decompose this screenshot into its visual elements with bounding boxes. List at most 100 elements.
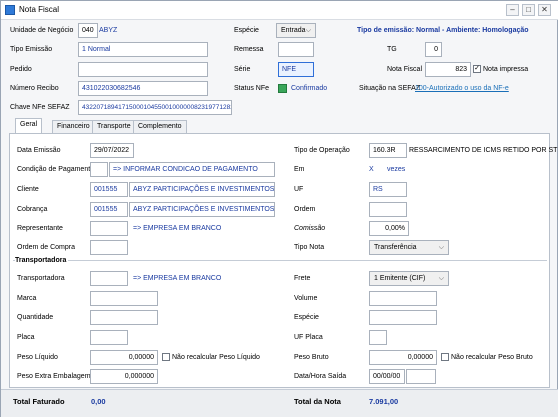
tipo-operacao-label: Tipo de Operação bbox=[294, 147, 350, 154]
tipo-emissao-input[interactable]: 1 Normal bbox=[78, 42, 208, 57]
total-faturado-label: Total Faturado bbox=[13, 397, 65, 406]
marca-label: Marca bbox=[17, 295, 37, 302]
placa-input[interactable] bbox=[90, 330, 128, 345]
status-confirmed-icon bbox=[278, 84, 287, 93]
numero-recibo-label: Número Recibo bbox=[10, 85, 59, 92]
ordem-input[interactable] bbox=[369, 202, 407, 217]
close-icon[interactable]: ✕ bbox=[538, 4, 551, 16]
chave-label: Chave NFe SEFAZ bbox=[10, 104, 70, 111]
unidade-name: ABYZ bbox=[99, 27, 118, 34]
numero-recibo-input[interactable]: 431022030682546 bbox=[78, 81, 208, 96]
uf-placa-label: UF Placa bbox=[294, 334, 323, 341]
pedido-input[interactable] bbox=[78, 62, 208, 77]
uf-placa-input[interactable] bbox=[369, 330, 387, 345]
em-label: Em bbox=[294, 166, 305, 173]
especie-transp-input[interactable] bbox=[369, 310, 437, 325]
nota-fiscal-input[interactable]: 823 bbox=[425, 62, 471, 77]
frete-select[interactable]: 1 Emitente (CIF) ⌵ bbox=[369, 271, 449, 286]
tab-geral[interactable]: Geral bbox=[15, 118, 43, 134]
total-nota-value: 7.091,00 bbox=[369, 397, 399, 406]
situacao-label: Situação na SEFAZ bbox=[359, 85, 421, 92]
total-faturado-value: 0,00 bbox=[91, 397, 106, 406]
comissao-input[interactable]: 0,00% bbox=[369, 221, 409, 236]
window-title: Nota Fiscal bbox=[19, 5, 60, 14]
tg-input[interactable]: 0 bbox=[425, 42, 442, 57]
status-label: Status NFe bbox=[234, 85, 270, 92]
cliente-code-input[interactable]: 001555 bbox=[90, 182, 128, 197]
tipo-nota-value: Transferência bbox=[374, 244, 417, 251]
unidade-code-input[interactable]: 040 bbox=[78, 23, 98, 38]
data-emissao-label: Data Emissão bbox=[17, 147, 61, 154]
tipo-nota-select[interactable]: Transferência ⌵ bbox=[369, 240, 449, 255]
em-value: X bbox=[369, 166, 374, 173]
condicao-label: Condição de Pagamento bbox=[17, 166, 95, 173]
unidade-label: Unidade de Negócio bbox=[10, 27, 74, 34]
especie-label: Espécie bbox=[234, 27, 259, 34]
frete-label: Frete bbox=[294, 275, 311, 282]
especie-transp-label: Espécie bbox=[294, 314, 319, 321]
especie-select[interactable]: Entrada ⌵ bbox=[276, 23, 316, 38]
marca-input[interactable] bbox=[90, 291, 158, 306]
chevron-down-icon: ⌵ bbox=[305, 27, 311, 34]
quantidade-label: Quantidade bbox=[17, 314, 54, 321]
uf-input[interactable]: RS bbox=[369, 182, 407, 197]
serie-input[interactable]: NFE bbox=[278, 62, 314, 77]
tab-financeiro[interactable]: Financeiro bbox=[52, 120, 95, 133]
data-hora-input[interactable]: 00/00/00 bbox=[369, 369, 405, 384]
representante-label: Representante bbox=[17, 225, 63, 232]
total-nota-label: Total da Nota bbox=[294, 397, 341, 406]
emissao-info: Tipo de emissão: Normal - Ambiente: Homo… bbox=[357, 27, 529, 34]
condicao-desc: => INFORMAR CONDICAO DE PAGAMENTO bbox=[109, 162, 275, 177]
tab-transporte[interactable]: Transporte bbox=[92, 120, 136, 133]
minimize-icon[interactable]: – bbox=[506, 4, 519, 16]
chave-input[interactable]: 4322071894171500010455001000000823197712… bbox=[78, 100, 232, 115]
ordem-compra-input[interactable] bbox=[90, 240, 128, 255]
tipo-nota-label: Tipo Nota bbox=[294, 244, 325, 251]
cobranca-code-input[interactable]: 001555 bbox=[90, 202, 128, 217]
peso-extra-input[interactable]: 0,000000 bbox=[90, 369, 158, 384]
transportadora-label: Transportadora bbox=[17, 275, 65, 282]
data-hora-label: Data/Hora Saída bbox=[294, 373, 347, 380]
tipo-operacao-input[interactable]: 160.3R bbox=[369, 143, 407, 158]
title-bar: Nota Fiscal – □ ✕ bbox=[1, 1, 558, 20]
nao-recalc-liquido-checkbox[interactable] bbox=[162, 353, 170, 361]
cobranca-name: ABYZ PARTICIPAÇÕES E INVESTIMENTOS LTDA bbox=[129, 202, 275, 217]
ordem-label: Ordem bbox=[294, 206, 316, 213]
transportadora-section-title: Transportadora bbox=[15, 257, 69, 264]
peso-bruto-input[interactable]: 0,00000 bbox=[369, 350, 437, 365]
situacao-link[interactable]: 100-Autorizado o uso da NF-e bbox=[415, 85, 509, 92]
totals-footer: Total Faturado 0,00 Total da Nota 7.091,… bbox=[1, 389, 558, 417]
nota-impressa-checkbox[interactable]: ✓ bbox=[473, 65, 481, 73]
condicao-input[interactable] bbox=[90, 162, 108, 177]
peso-liquido-label: Peso Líquido bbox=[17, 354, 58, 361]
nota-impressa-label: Nota impressa bbox=[483, 66, 529, 73]
nao-recalc-bruto-checkbox[interactable] bbox=[441, 353, 449, 361]
ordem-compra-label: Ordem de Compra bbox=[17, 244, 75, 251]
pedido-label: Pedido bbox=[10, 66, 32, 73]
status-value: Confirmado bbox=[291, 85, 328, 92]
transportadora-divider bbox=[13, 260, 547, 261]
serie-label: Série bbox=[234, 66, 251, 73]
peso-extra-label: Peso Extra Embalagem bbox=[17, 373, 91, 380]
quantidade-input[interactable] bbox=[90, 310, 158, 325]
nota-fiscal-label: Nota Fiscal bbox=[387, 66, 423, 73]
transportadora-input[interactable] bbox=[90, 271, 128, 286]
tab-complemento[interactable]: Complemento bbox=[133, 120, 187, 133]
representante-input[interactable] bbox=[90, 221, 128, 236]
hora-saida-input[interactable] bbox=[406, 369, 436, 384]
checkmark-icon: ✓ bbox=[474, 65, 480, 72]
tipo-emissao-label: Tipo Emissão bbox=[10, 46, 53, 53]
data-emissao-input[interactable]: 29/07/2022 bbox=[90, 143, 134, 158]
volume-label: Volume bbox=[294, 295, 318, 302]
peso-liquido-input[interactable]: 0,00000 bbox=[90, 350, 158, 365]
chevron-down-icon: ⌵ bbox=[438, 275, 444, 282]
representante-desc: => EMPRESA EM BRANCO bbox=[133, 225, 222, 232]
frete-value: 1 Emitente (CIF) bbox=[374, 275, 426, 282]
comissao-label: Comissão bbox=[294, 225, 326, 232]
remessa-label: Remessa bbox=[234, 46, 264, 53]
vezes-label: vezes bbox=[387, 166, 406, 173]
transportadora-desc: => EMPRESA EM BRANCO bbox=[133, 275, 222, 282]
maximize-icon[interactable]: □ bbox=[522, 4, 535, 16]
volume-input[interactable] bbox=[369, 291, 437, 306]
remessa-input[interactable] bbox=[278, 42, 314, 57]
